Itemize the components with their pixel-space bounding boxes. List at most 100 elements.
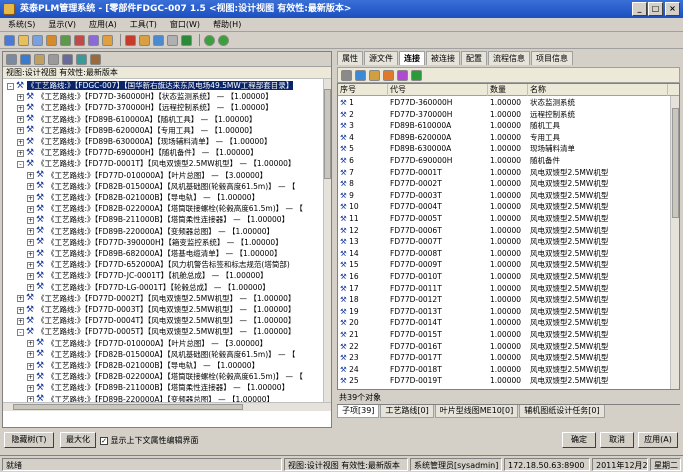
menu-tools[interactable]: 工具(T) — [130, 19, 157, 30]
menu-help[interactable]: 帮助(H) — [213, 19, 241, 30]
tree-node[interactable]: + ⚒ 《工艺路线:》【FD82B-022000A】【塔筒联接螺栓(轮毂高度61.5… — [27, 203, 303, 214]
excel-icon[interactable] — [181, 34, 192, 46]
tab-routing[interactable]: 工艺路线[0] — [380, 405, 434, 418]
table-row[interactable]: ⚒ 21 FD77D-0015T 1.00000 风电双馈型2.5MW机型 — [338, 329, 679, 340]
tree-copy-icon[interactable] — [48, 53, 59, 65]
print-icon[interactable] — [167, 34, 178, 46]
table-row[interactable]: ⚒ 11 FD77D-0005T 1.00000 风电双馈型2.5MW机型 — [338, 213, 679, 224]
back-arrow-icon[interactable] — [204, 34, 215, 46]
tree-node[interactable]: + ⚒ 《工艺路线:》【FD77D-390000H】【箱变监控系统】 — 【1.00… — [27, 237, 283, 248]
tree-node[interactable]: + ⚒ 《工艺路线:》【FD77D-010000A】【叶片总图】 — 【3.0000… — [27, 338, 267, 349]
grid-add-icon[interactable] — [355, 69, 366, 81]
grid-filter-icon[interactable] — [397, 69, 408, 81]
star-icon[interactable] — [125, 34, 136, 46]
minimize-button[interactable]: _ — [632, 2, 647, 16]
tree-node[interactable]: + ⚒ 《工艺路线:》【FD89B-220000A】【变频器总图】 — 【1.000… — [27, 226, 274, 237]
table-row[interactable]: ⚒ 2 FD77D-370000H 1.00000 远程控制系统 — [338, 109, 679, 120]
table-row[interactable]: ⚒ 23 FD77D-0017T 1.00000 风电双馈型2.5MW机型 — [338, 352, 679, 363]
table-row[interactable]: ⚒ 10 FD77D-0004T 1.00000 风电双馈型2.5MW机型 — [338, 201, 679, 212]
grid-excel-icon[interactable] — [383, 69, 394, 81]
column-header-code[interactable]: 代号 — [388, 84, 488, 96]
expand-toggle-icon[interactable]: + — [27, 194, 34, 202]
column-header-qty[interactable]: 数量 — [488, 84, 528, 96]
table-row[interactable]: ⚒ 5 FD89B-630000A 1.00000 现场辅料清单 — [338, 143, 679, 154]
tab-aux-design-task[interactable]: 辅机图纸设计任务[0] — [519, 405, 605, 418]
export-icon[interactable] — [102, 34, 113, 46]
collapse-toggle-icon[interactable]: - — [7, 82, 14, 90]
table-row[interactable]: ⚒ 13 FD77D-0007T 1.00000 风电双馈型2.5MW机型 — [338, 236, 679, 247]
tree-find-icon[interactable] — [90, 53, 101, 65]
tree-node[interactable]: + ⚒ 《工艺路线:》【FD77D-370000H】【远程控制系统】 — 【1.00… — [17, 102, 273, 113]
table-row[interactable]: ⚒ 18 FD77D-0012T 1.00000 风电双馈型2.5MW机型 — [338, 294, 679, 305]
tree-node[interactable]: + ⚒ 《工艺路线:》【FD82B-015000A】【风机基础图(轮毂高度61.5m… — [27, 181, 295, 192]
column-header-name[interactable]: 名称 — [528, 84, 668, 96]
expand-toggle-icon[interactable]: + — [27, 172, 34, 180]
tab-properties[interactable]: 属性 — [337, 51, 363, 65]
menu-system[interactable]: 系统(S) — [8, 19, 35, 30]
tree-node[interactable]: - ⚒ 《工艺路线:》【FDGC-007】【国华新右旗达来东风电场49.5MW工程部… — [7, 80, 294, 91]
expand-toggle-icon[interactable]: + — [17, 149, 24, 157]
tree-vertical-scrollbar[interactable] — [323, 79, 331, 402]
tree-node[interactable]: + ⚒ 《工艺路线:》【FD89B-211000B】【塔筒柔性连接器】 — 【1.0… — [27, 214, 289, 225]
table-row[interactable]: ⚒ 12 FD77D-0006T 1.00000 风电双馈型2.5MW机型 — [338, 225, 679, 236]
tree-node[interactable]: + ⚒ 《工艺路线:》【FD82B-015000A】【风机基础图(轮毂高度61.5m… — [27, 349, 295, 360]
table-vertical-scrollbar[interactable] — [670, 96, 679, 389]
tree-node[interactable]: + ⚒ 《工艺路线:》【FD82B-021000B】【导电轨】 — 【1.00000… — [27, 360, 259, 371]
expand-toggle-icon[interactable]: + — [17, 93, 24, 101]
grid-list-icon[interactable] — [341, 69, 352, 81]
table-row[interactable]: ⚒ 8 FD77D-0002T 1.00000 风电双馈型2.5MW机型 — [338, 178, 679, 189]
collapse-toggle-icon[interactable]: - — [17, 328, 24, 336]
folder-icon[interactable] — [18, 34, 29, 46]
column-header-index[interactable]: 序号 — [338, 84, 388, 96]
expand-toggle-icon[interactable]: + — [17, 127, 24, 135]
close-button[interactable]: × — [665, 2, 680, 16]
expand-toggle-icon[interactable]: + — [27, 239, 34, 247]
tree-node[interactable]: + ⚒ 《工艺路线:》【FD77D-652000A】【风力机警告标签和标志规范(塔筒… — [27, 259, 290, 270]
tree-settings-icon[interactable] — [62, 53, 73, 65]
table-row[interactable]: ⚒ 22 FD77D-0016T 1.00000 风电双馈型2.5MW机型 — [338, 341, 679, 352]
show-editor-checkbox[interactable]: ✓ — [100, 436, 108, 445]
tree-node[interactable]: + ⚒ 《工艺路线:》【FD89B-610000A】【随机工具】 — 【1.0000… — [17, 114, 257, 125]
document-icon[interactable] — [32, 34, 43, 46]
tree-node[interactable]: + ⚒ 《工艺路线:》【FD77D-360000H】【状态监测系统】 — 【1.00… — [17, 91, 273, 102]
tree-node[interactable]: - ⚒ 《工艺路线:》【FD77D-0005T】【风电双馈型2.5MW机型】 — 【… — [17, 326, 295, 337]
tree-node[interactable]: + ⚒ 《工艺路线:》【FD82B-021000B】【导电轨】 — 【1.00000… — [27, 192, 259, 203]
expand-toggle-icon[interactable]: + — [27, 228, 34, 236]
tree-node[interactable]: + ⚒ 《工艺路线:》【FD77D-0002T】【风电双馈型2.5MW机型】 — 【… — [17, 293, 295, 304]
expand-toggle-icon[interactable]: + — [17, 138, 24, 146]
expand-toggle-icon[interactable]: + — [17, 104, 24, 112]
expand-toggle-icon[interactable]: + — [17, 295, 24, 303]
tree-node[interactable]: + ⚒ 《工艺路线:》【FD82B-022000A】【塔筒联接螺栓(轮毂高度61.5… — [27, 371, 303, 382]
table-row[interactable]: ⚒ 20 FD77D-0014T 1.00000 风电双馈型2.5MW机型 — [338, 317, 679, 328]
expand-toggle-icon[interactable]: + — [27, 351, 34, 359]
tree-node[interactable]: + ⚒ 《工艺路线:》【FD77D-JC-0001T】【机舱总成】 — 【1.000… — [27, 270, 268, 281]
tree-expand-icon[interactable] — [20, 53, 31, 65]
expand-toggle-icon[interactable]: + — [27, 340, 34, 348]
expand-toggle-icon[interactable]: + — [27, 384, 34, 392]
tab-links[interactable]: 连接 — [399, 51, 425, 65]
expand-toggle-icon[interactable]: + — [27, 362, 34, 370]
table-row[interactable]: ⚒ 9 FD77D-0003T 1.00000 风电双馈型2.5MW机型 — [338, 190, 679, 201]
refresh-icon[interactable] — [60, 34, 71, 46]
maximize-button[interactable]: 最大化 — [60, 432, 96, 448]
table-row[interactable]: ⚒ 1 FD77D-360000H 1.00000 状态监测系统 — [338, 97, 679, 108]
table-row[interactable]: ⚒ 19 FD77D-0013T 1.00000 风电双馈型2.5MW机型 — [338, 306, 679, 317]
user-icon[interactable] — [153, 34, 164, 46]
hide-tree-button[interactable]: 隐藏树(T) — [4, 432, 54, 448]
tree-horizontal-scrollbar[interactable] — [3, 402, 331, 411]
tree-node[interactable]: + ⚒ 《工艺路线:》【FD89B-211000B】【塔筒柔性连接器】 — 【1.0… — [27, 382, 289, 393]
table-row[interactable]: ⚒ 25 FD77D-0019T 1.00000 风电双馈型2.5MW机型 — [338, 375, 679, 386]
expand-toggle-icon[interactable]: + — [27, 373, 34, 381]
expand-toggle-icon[interactable]: + — [17, 306, 24, 314]
search-icon[interactable] — [74, 34, 85, 46]
tree-menu-icon[interactable] — [6, 53, 17, 65]
expand-toggle-icon[interactable]: + — [17, 317, 24, 325]
tree-tool-icon[interactable] — [76, 53, 87, 65]
tab-linked-by[interactable]: 被连接 — [426, 51, 460, 65]
tab-children[interactable]: 子项[39] — [337, 405, 380, 418]
tab-source-file[interactable]: 源文件 — [364, 51, 398, 65]
tree-node[interactable]: + ⚒ 《工艺路线:》【FD77D-LG-0001T】【轮毂总成】 — 【1.000… — [27, 282, 270, 293]
table-row[interactable]: ⚒ 15 FD77D-0009T 1.00000 风电双馈型2.5MW机型 — [338, 259, 679, 270]
tree-node[interactable]: + ⚒ 《工艺路线:》【FD77D-690000H】【随机备件】 — 【1.0000… — [17, 147, 258, 158]
cancel-button[interactable]: 取消 — [600, 432, 634, 448]
